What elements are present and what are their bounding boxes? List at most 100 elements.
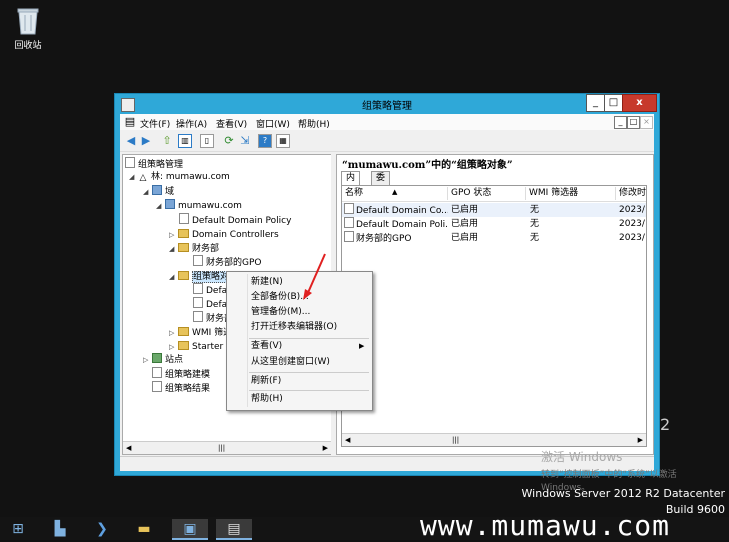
tree-gpo-child[interactable]: Defa xyxy=(193,297,227,310)
tree-gpo-child[interactable]: Defa xyxy=(193,283,227,296)
tree-domain-controllers[interactable]: ▷ Domain Controllers xyxy=(169,227,279,240)
tree-ou-finance[interactable]: ◢ 财务部 xyxy=(169,241,219,254)
menu-window[interactable]: 窗口(W) xyxy=(256,117,290,130)
export-icon[interactable]: ⇲ xyxy=(238,134,252,148)
back-arrow-icon[interactable]: ◀ xyxy=(124,134,138,148)
gpmc-taskbar-button[interactable]: ▤ xyxy=(216,519,252,540)
gpo-list: 名称 ▲ GPO 状态 WMI 筛选器 修改时 Default Domain Co… xyxy=(341,185,647,447)
tree-root[interactable]: 组策略管理 xyxy=(125,157,183,170)
gpo-icon xyxy=(344,217,354,228)
title-bar[interactable]: 组策略管理 _ □ x xyxy=(115,94,659,114)
menu-file[interactable]: 文件(F) xyxy=(140,117,170,130)
table-row[interactable]: 财务部的GPO 已启用 无 2023/ xyxy=(342,231,646,245)
menu-separator xyxy=(249,372,369,373)
menu-view[interactable]: 查看(V) xyxy=(216,117,247,130)
column-header-wmi[interactable]: WMI 筛选器 xyxy=(526,187,616,200)
menu-item-new-window[interactable]: 从这里创建窗口(W) xyxy=(251,355,330,370)
recycle-bin-icon xyxy=(15,6,41,36)
site-watermark: www.mumawu.com xyxy=(420,509,671,542)
os-edition: Windows Server 2012 R2 Datacenter xyxy=(521,487,725,500)
up-folder-icon[interactable]: ⇧ xyxy=(160,134,174,148)
scroll-thumb[interactable]: ||| xyxy=(452,434,459,446)
menu-item-help[interactable]: 帮助(H) xyxy=(251,392,283,407)
properties-icon[interactable]: ▦ xyxy=(276,134,290,148)
list-horizontal-scrollbar[interactable]: ◀ ||| ▶ xyxy=(342,433,646,446)
os-build: Build 9600 xyxy=(665,503,725,516)
minimize-button[interactable]: _ xyxy=(586,94,605,112)
gpo-icon xyxy=(344,231,354,242)
table-row[interactable]: Default Domain Poli... 已启用 无 2023/ xyxy=(342,217,646,231)
starter-folder-icon xyxy=(178,341,189,350)
tree-horizontal-scrollbar[interactable]: ◀ ||| ▶ xyxy=(123,441,331,454)
activation-hint: 转到“控制面板”中的“系统”以激活 xyxy=(541,470,677,480)
scroll-right-icon[interactable]: ▶ xyxy=(638,434,643,446)
domains-icon xyxy=(152,185,162,195)
results-icon xyxy=(152,381,162,392)
collapse-icon[interactable]: ◢ xyxy=(156,200,165,213)
taskbar-app-button[interactable]: ▣ xyxy=(172,519,208,540)
start-button[interactable]: ⊞ xyxy=(0,519,36,540)
server-manager-button[interactable]: ▙ xyxy=(42,519,78,540)
column-header-name[interactable]: 名称 ▲ xyxy=(342,187,448,200)
menu-item-backup-all[interactable]: 全部备份(B)... xyxy=(251,290,309,305)
mdi-minimize-button[interactable]: _ xyxy=(614,116,627,129)
expand-icon[interactable]: ▷ xyxy=(143,354,152,367)
tree-default-domain-policy[interactable]: Default Domain Policy xyxy=(179,213,291,226)
help-icon[interactable]: ? xyxy=(258,134,272,148)
collapse-icon[interactable]: ◢ xyxy=(169,271,178,284)
menu-item-view[interactable]: 查看(V) ▶ xyxy=(251,339,369,354)
gpo-link-icon xyxy=(193,255,203,266)
window-title: 组策略管理 xyxy=(362,101,412,112)
menu-help[interactable]: 帮助(H) xyxy=(298,117,330,130)
menu-item-migration-editor[interactable]: 打开迁移表编辑器(O) xyxy=(251,320,337,335)
scroll-left-icon[interactable]: ◀ xyxy=(126,442,131,454)
menu-action[interactable]: 操作(A) xyxy=(176,117,207,130)
tab-delegation[interactable]: 委派 xyxy=(371,171,391,196)
collapse-icon[interactable]: ◢ xyxy=(129,171,138,184)
tree-results[interactable]: 组策略结果 xyxy=(152,381,210,394)
menu-item-manage-backups[interactable]: 管理备份(M)... xyxy=(251,305,310,320)
powershell-button[interactable]: ❯ xyxy=(84,519,120,540)
tree-sites[interactable]: ▷ 站点 xyxy=(143,353,183,366)
mdi-restore-button[interactable]: □ xyxy=(627,116,640,129)
maximize-button[interactable]: □ xyxy=(604,94,623,112)
scroll-left-icon[interactable]: ◀ xyxy=(345,434,350,446)
menu-gutter xyxy=(247,274,248,407)
tree-starter-gpos[interactable]: ▷ Starter G xyxy=(169,339,233,352)
menu-item-new[interactable]: 新建(N) xyxy=(251,275,283,290)
mdi-close-button[interactable]: × xyxy=(640,116,653,129)
explorer-button[interactable]: ▬ xyxy=(126,519,162,540)
clipboard-icon[interactable]: ▯ xyxy=(200,134,214,148)
column-header-modified[interactable]: 修改时 xyxy=(616,187,646,200)
scroll-thumb[interactable]: ||| xyxy=(218,442,225,454)
tree-finance-gpo[interactable]: 财务部的GPO xyxy=(193,255,262,268)
collapse-icon[interactable]: ◢ xyxy=(169,243,178,256)
context-menu: 新建(N) 全部备份(B)... 管理备份(M)... 打开迁移表编辑器(O) … xyxy=(226,271,373,411)
forward-arrow-icon[interactable]: ▶ xyxy=(139,134,153,148)
windows-logo-icon: ⊞ xyxy=(12,521,24,537)
tree-domain[interactable]: ◢ mumawu.com xyxy=(156,199,242,212)
menu-item-refresh[interactable]: 刷新(F) xyxy=(251,374,281,389)
scroll-right-icon[interactable]: ▶ xyxy=(323,442,328,454)
toolbar: ◀ ▶ ⇧ ▥ ▯ ⟳ ⇲ ? ▦ xyxy=(120,131,654,152)
console-icon: ▤ xyxy=(124,115,136,128)
refresh-icon[interactable]: ⟳ xyxy=(222,134,236,148)
close-button[interactable]: x xyxy=(622,94,657,112)
recycle-bin-desktop-icon[interactable]: 回收站 xyxy=(8,6,48,51)
collapse-icon[interactable]: ◢ xyxy=(143,186,152,199)
column-header-status[interactable]: GPO 状态 xyxy=(448,187,526,200)
show-tree-icon[interactable]: ▥ xyxy=(178,134,192,148)
window-client: ▤ 文件(F) 操作(A) 查看(V) 窗口(W) 帮助(H) _ □ × ◀ … xyxy=(120,114,654,471)
tree-domains[interactable]: ◢ 域 xyxy=(143,185,174,198)
tree-modeling[interactable]: 组策略建模 xyxy=(152,367,210,380)
menu-separator xyxy=(249,390,369,391)
gpo-folder-icon xyxy=(178,271,189,280)
powershell-icon: ❯ xyxy=(96,521,108,537)
details-heading: “mumawu.com”中的“组策略对象” xyxy=(342,160,513,171)
tree-forest[interactable]: ◢ △ 林: mumawu.com xyxy=(129,171,230,184)
gpo-icon xyxy=(193,283,203,294)
table-row[interactable]: Default Domain Co... 已启用 无 2023/ xyxy=(342,203,646,217)
details-pane: “mumawu.com”中的“组策略对象” 内容 委派 名称▲ GPO 状态 W… xyxy=(336,154,654,455)
tab-contents[interactable]: 内容 xyxy=(341,171,361,196)
tree-wmi-filters[interactable]: ▷ WMI 筛选 xyxy=(169,325,232,338)
